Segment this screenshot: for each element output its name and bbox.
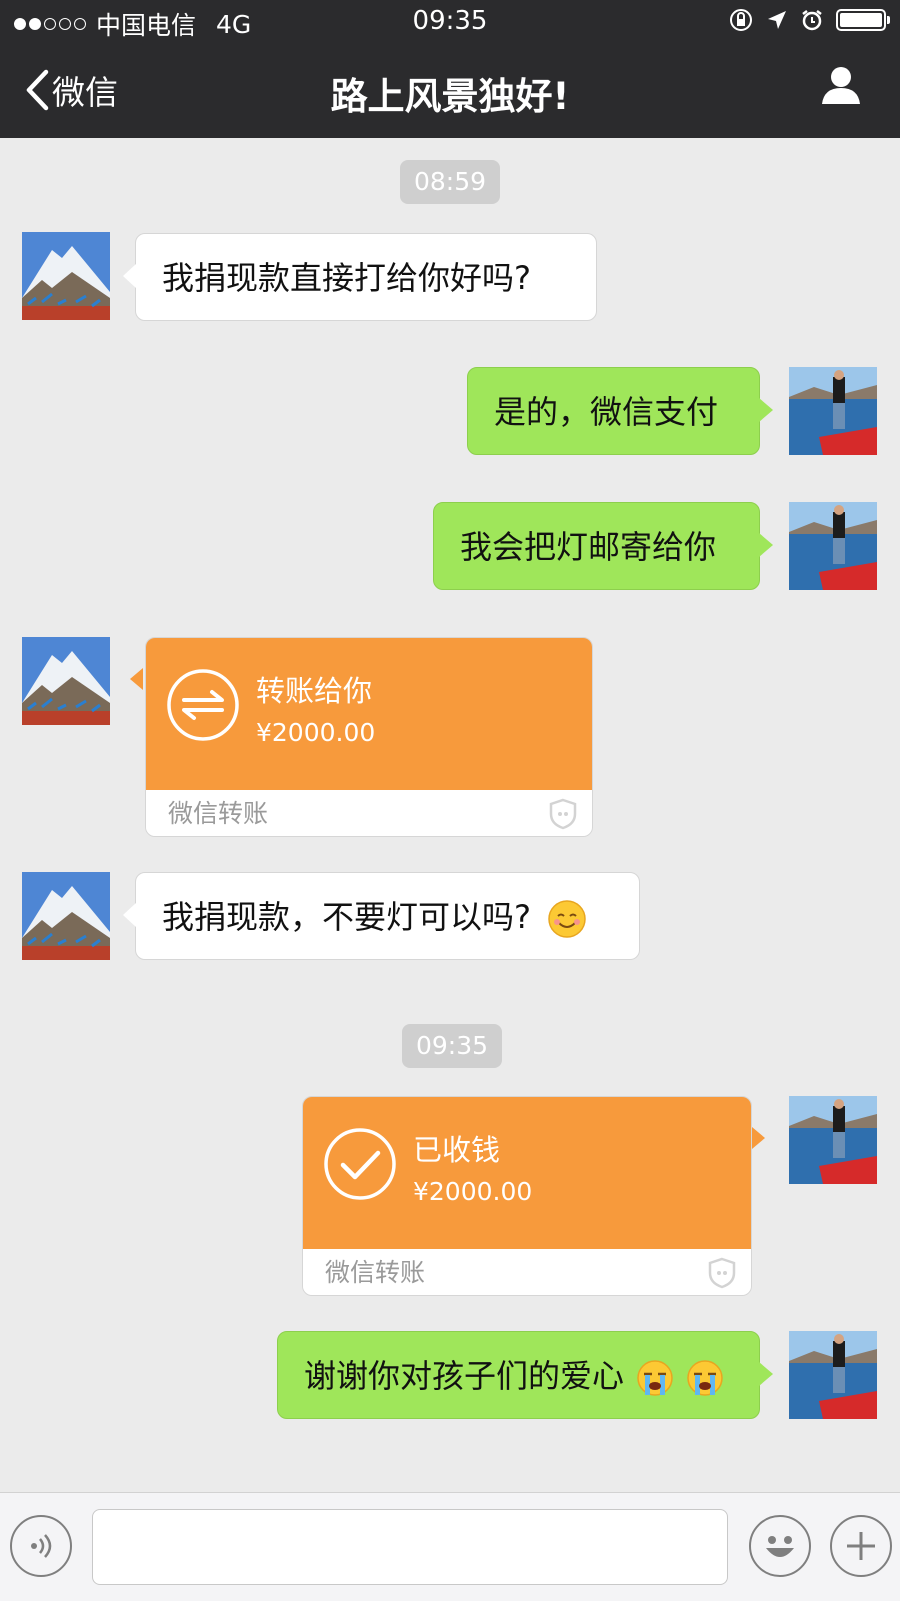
transfer-footer-label: 微信转账 (168, 799, 269, 828)
message-bubble[interactable]: 我捐现款，不要灯可以吗? (123, 872, 640, 960)
transfer-arrows-icon (166, 668, 240, 746)
message-text: 谢谢你对孩子们的爱心 (304, 1357, 625, 1395)
transfer-title: 已收钱 (413, 1133, 501, 1167)
more-button[interactable] (830, 1515, 892, 1577)
avatar[interactable] (22, 872, 110, 960)
message-bubble[interactable]: 我会把灯邮寄给你 (433, 502, 773, 590)
timestamp: 08:59 (400, 160, 501, 204)
nav-bar: 微信 路上风景独好! (0, 44, 900, 138)
shield-icon (708, 1257, 736, 1289)
message-text: 我会把灯邮寄给你 (460, 528, 717, 566)
crying-emoji-icon (637, 1360, 673, 1396)
alarm-icon (802, 10, 822, 31)
transfer-title: 转账给你 (256, 674, 373, 708)
bubble-tail (130, 668, 143, 690)
message-bubble[interactable]: 是的，微信支付 (467, 367, 773, 455)
transfer-card-header: 转账给你 ¥2000.00 (146, 638, 592, 790)
transfer-footer-label: 微信转账 (325, 1258, 426, 1287)
transfer-card-footer: 微信转账 (303, 1249, 751, 1295)
location-icon (768, 11, 786, 29)
transfer-amount: ¥2000.00 (256, 718, 376, 747)
battery-icon (836, 9, 890, 31)
avatar[interactable] (789, 502, 877, 590)
transfer-card-footer: 微信转账 (146, 790, 592, 836)
transfer-card-header: 已收钱 ¥2000.00 (303, 1097, 751, 1249)
message-text: 我捐现款直接打给你好吗? (162, 259, 531, 297)
message-text: 我捐现款，不要灯可以吗? (162, 898, 531, 936)
profile-icon (822, 67, 860, 104)
message-bubble[interactable]: 谢谢你对孩子们的爱心 (277, 1331, 773, 1419)
shield-icon (549, 798, 577, 830)
avatar[interactable] (22, 232, 110, 320)
status-bar: 中国电信 4G 09:35 (0, 0, 900, 44)
input-bar (0, 1492, 900, 1601)
transfer-card[interactable]: 已收钱 ¥2000.00 微信转账 (302, 1096, 752, 1296)
orientation-lock-icon (730, 9, 752, 31)
crying-emoji-icon (687, 1360, 724, 1396)
smile-emoji-icon (548, 900, 586, 938)
voice-button[interactable] (10, 1515, 72, 1577)
voice-icon (31, 1534, 52, 1558)
timestamp: 09:35 (402, 1024, 503, 1068)
status-right (728, 7, 890, 33)
message-input[interactable] (92, 1509, 728, 1585)
checkmark-icon (323, 1127, 397, 1205)
plus-icon (847, 1532, 875, 1560)
avatar[interactable] (789, 1331, 877, 1419)
avatar[interactable] (789, 367, 877, 455)
profile-button[interactable] (820, 64, 862, 110)
bubble-tail (752, 1127, 765, 1149)
message-text: 是的，微信支付 (494, 393, 719, 431)
sticker-button[interactable] (749, 1515, 811, 1577)
transfer-amount: ¥2000.00 (413, 1177, 533, 1206)
sticker-icon (766, 1536, 794, 1557)
transfer-card[interactable]: 转账给你 ¥2000.00 微信转账 (145, 637, 593, 837)
avatar[interactable] (789, 1096, 877, 1184)
message-bubble[interactable]: 我捐现款直接打给你好吗? (123, 233, 597, 321)
avatar[interactable] (22, 637, 110, 725)
chat-title: 路上风景独好! (330, 75, 570, 118)
